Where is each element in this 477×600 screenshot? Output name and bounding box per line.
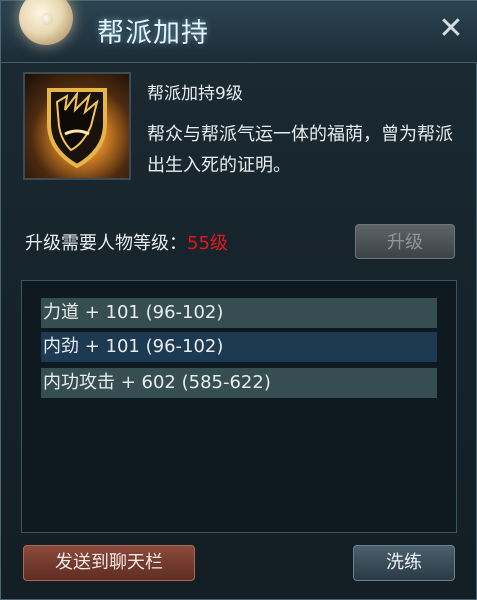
send-to-chat-button[interactable]: 发送到聊天栏 <box>23 545 195 581</box>
stat-row: 内劲 + 101 (96-102) <box>41 332 437 362</box>
guild-banner-icon <box>23 72 131 180</box>
skill-name: 帮派加持9级 <box>147 84 243 104</box>
skill-description: 帮众与帮派气运一体的福荫，曾为帮派出生入死的证明。 <box>147 124 453 176</box>
close-button[interactable]: ✕ <box>434 13 468 47</box>
stat-row: 内功攻击 + 602 (585-622) <box>41 368 437 398</box>
title-bar: 帮派加持 ✕ <box>1 0 477 63</box>
requirement-level: 55级 <box>187 233 228 254</box>
upgrade-button[interactable]: 升级 <box>355 224 455 259</box>
close-icon: ✕ <box>438 11 464 46</box>
guild-blessing-panel: 帮派加持 ✕ 帮派加持9级 帮众与帮派气运一体的福荫，曾为帮派出生入死的证明。 … <box>0 0 477 600</box>
requirement-label: 升级需要人物等级： <box>25 233 187 254</box>
wash-button[interactable]: 洗练 <box>353 545 455 581</box>
window-title: 帮派加持 <box>97 18 209 49</box>
stat-row: 力道 + 101 (96-102) <box>41 298 437 328</box>
moon-ornament-small-icon <box>41 13 53 25</box>
upgrade-requirement: 升级需要人物等级：55级 <box>25 229 228 255</box>
stats-list: 力道 + 101 (96-102) 内劲 + 101 (96-102) 内功攻击… <box>21 280 457 533</box>
